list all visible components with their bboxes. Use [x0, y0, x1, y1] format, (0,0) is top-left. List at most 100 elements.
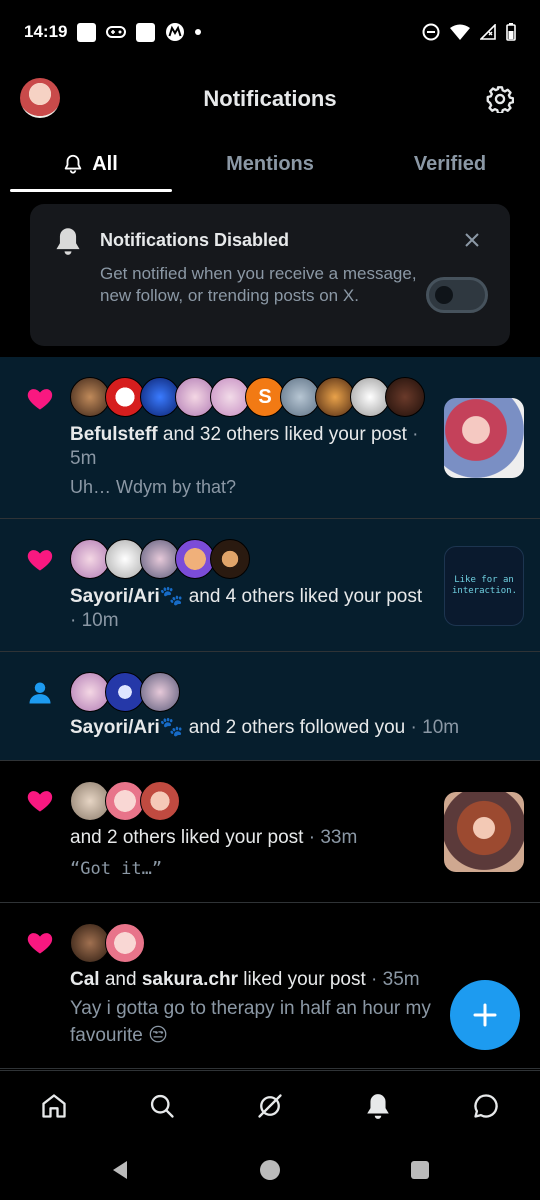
- avatar[interactable]: [140, 377, 180, 417]
- avatar[interactable]: [140, 672, 180, 712]
- tab-all[interactable]: All: [0, 136, 180, 192]
- action-text: liked your post: [237, 969, 366, 990]
- timestamp: 33m: [320, 827, 358, 848]
- timestamp: 5m: [70, 448, 97, 469]
- avatar[interactable]: [175, 377, 215, 417]
- actor-name[interactable]: Cal: [70, 969, 100, 990]
- tab-label: Verified: [413, 152, 487, 175]
- avatar[interactable]: [105, 377, 145, 417]
- chat-bubble-icon: [474, 1093, 498, 1118]
- notifications-toggle[interactable]: [426, 277, 488, 313]
- timestamp: 10m: [81, 610, 119, 631]
- actor-name[interactable]: Sayori/Ari🐾: [70, 717, 183, 738]
- bell-icon: [64, 154, 82, 174]
- avatar[interactable]: [105, 672, 145, 712]
- action-text: and 2 others liked your post: [70, 827, 304, 848]
- avatar[interactable]: [210, 377, 250, 417]
- banner-title: Notifications Disabled: [100, 230, 290, 250]
- wifi-icon: [450, 24, 470, 40]
- notification-text: Sayori/Ari🐾 and 2 others followed you · …: [70, 717, 460, 738]
- system-home[interactable]: [195, 1159, 345, 1181]
- thumbnail-caption: Like for an interaction.: [452, 575, 518, 596]
- battery-icon: [506, 23, 516, 41]
- bottom-navigation: [0, 1070, 540, 1140]
- avatar-letter: S: [258, 385, 272, 408]
- profile-avatar[interactable]: [20, 78, 60, 118]
- avatar[interactable]: [315, 377, 355, 417]
- close-icon[interactable]: [464, 232, 480, 248]
- grok-icon: [258, 1093, 282, 1118]
- actor-name[interactable]: Befulsteff: [70, 424, 158, 445]
- nav-grok[interactable]: [216, 1071, 324, 1140]
- notification-item[interactable]: Cal and sakura.chr liked your post · 35m…: [0, 903, 540, 1069]
- post-preview: Uh… Wdym by that?: [70, 477, 237, 497]
- home-circle-icon: [260, 1160, 280, 1180]
- avatar-stack: [70, 539, 250, 579]
- tab-verified[interactable]: Verified: [360, 136, 540, 192]
- notification-item[interactable]: S Befulsteff and 32 others liked your po…: [0, 357, 540, 519]
- avatar[interactable]: [70, 672, 110, 712]
- action-text: and 4 others liked your post: [183, 586, 423, 607]
- notification-text: and 2 others liked your post · 33m: [70, 827, 358, 848]
- avatar[interactable]: S: [245, 377, 285, 417]
- nav-search[interactable]: [108, 1071, 216, 1140]
- compose-button[interactable]: [450, 980, 520, 1050]
- post-thumbnail[interactable]: Like for an interaction.: [444, 546, 524, 626]
- post-preview: “Got it…”: [70, 859, 163, 879]
- nav-messages[interactable]: [432, 1071, 540, 1140]
- avatar[interactable]: [210, 539, 250, 579]
- notification-app-icon: [77, 22, 97, 42]
- avatar[interactable]: [350, 377, 390, 417]
- avatar[interactable]: [70, 781, 110, 821]
- settings-gear-icon[interactable]: [486, 85, 514, 113]
- timestamp: 10m: [422, 717, 460, 738]
- notification-item[interactable]: and 2 others liked your post · 33m “Got …: [0, 761, 540, 903]
- heart-icon: [27, 389, 53, 410]
- avatar-stack: [70, 781, 180, 821]
- nav-home[interactable]: [0, 1071, 108, 1140]
- avatar[interactable]: [175, 539, 215, 579]
- bell-icon: [56, 228, 80, 255]
- toggle-knob: [435, 286, 453, 304]
- timestamp: 35m: [382, 969, 420, 990]
- post-thumbnail[interactable]: [444, 792, 524, 872]
- motorola-icon: [166, 23, 185, 41]
- notification-item[interactable]: Sayori/Ari🐾 and 2 others followed you · …: [0, 652, 540, 761]
- avatar[interactable]: [105, 923, 145, 963]
- home-icon: [42, 1093, 66, 1118]
- status-time: 14:19: [24, 22, 68, 41]
- avatar[interactable]: [105, 539, 145, 579]
- action-text: and 2 others followed you: [183, 717, 406, 738]
- top-app-bar: Notifications: [0, 72, 540, 126]
- notification-text: Befulsteff and 32 others liked your post…: [70, 424, 419, 469]
- nav-notifications[interactable]: [324, 1071, 432, 1140]
- bell-filled-icon: [367, 1093, 389, 1119]
- avatar[interactable]: [280, 377, 320, 417]
- page-title: Notifications: [203, 86, 337, 111]
- notification-text: Cal and sakura.chr liked your post · 35m: [70, 969, 420, 990]
- action-text: and 32 others liked your post: [157, 424, 407, 445]
- tab-label: All: [92, 152, 118, 175]
- avatar[interactable]: [70, 923, 110, 963]
- actor-name[interactable]: Sayori/Ari🐾: [70, 586, 183, 607]
- tab-mentions[interactable]: Mentions: [180, 136, 360, 192]
- post-thumbnail[interactable]: [444, 398, 524, 478]
- avatar[interactable]: [385, 377, 425, 417]
- system-recents[interactable]: [345, 1160, 495, 1180]
- heart-icon: [27, 791, 53, 812]
- notification-text: Sayori/Ari🐾 and 4 others liked your post…: [70, 586, 423, 631]
- person-icon: [29, 682, 51, 704]
- system-back[interactable]: [45, 1159, 195, 1181]
- signal-icon: [480, 24, 496, 40]
- search-icon: [150, 1094, 174, 1118]
- avatar[interactable]: [70, 377, 110, 417]
- avatar[interactable]: [140, 539, 180, 579]
- avatar[interactable]: [105, 781, 145, 821]
- actor-name[interactable]: sakura.chr: [142, 969, 238, 990]
- avatar[interactable]: [140, 781, 180, 821]
- notification-item[interactable]: Sayori/Ari🐾 and 4 others liked your post…: [0, 519, 540, 652]
- notification-app-icon: [136, 22, 156, 42]
- avatar[interactable]: [70, 539, 110, 579]
- more-notifications-dot: [195, 29, 202, 35]
- system-navigation-bar: [0, 1140, 540, 1200]
